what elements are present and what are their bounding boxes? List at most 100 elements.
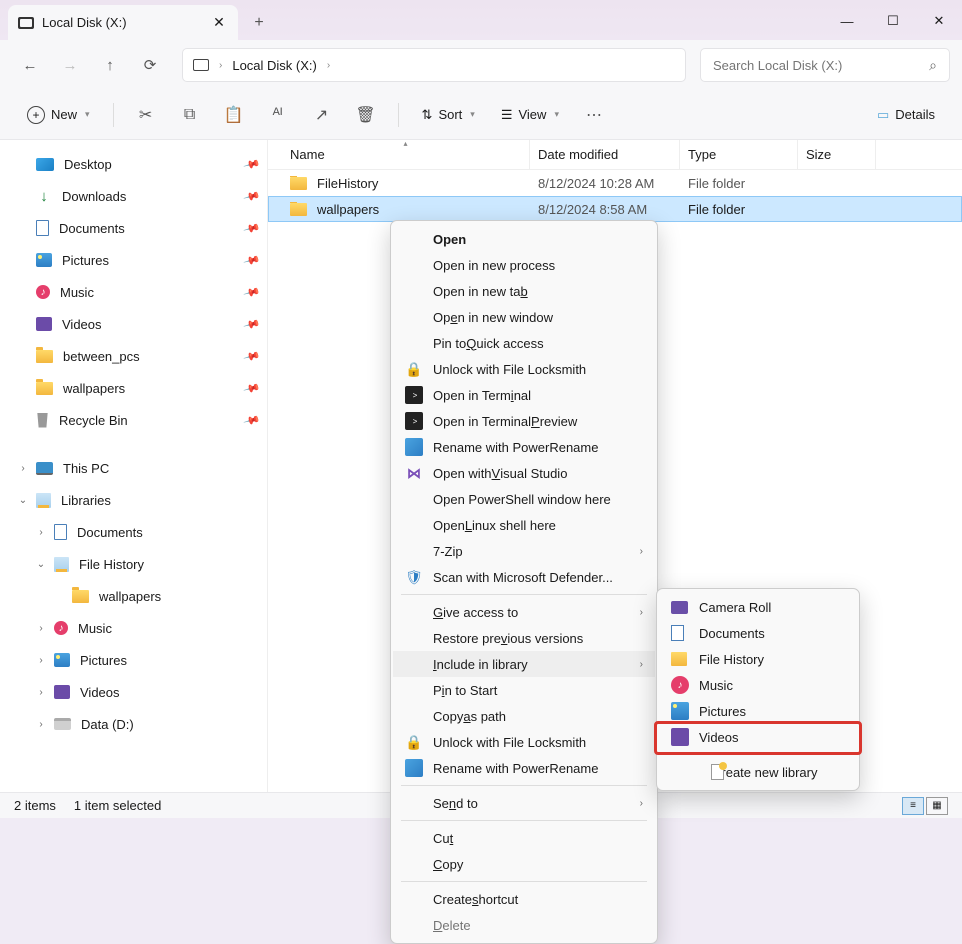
navigation-pane[interactable]: Desktop📌 ↓Downloads📌 Documents📌 Pictures… (0, 140, 268, 798)
search-box[interactable]: ⌕ (700, 48, 950, 82)
search-input[interactable] (713, 58, 929, 73)
search-icon[interactable]: ⌕ (929, 57, 937, 74)
sidebar-item-desktop[interactable]: Desktop📌 (6, 148, 267, 180)
up-button[interactable]: ↑ (92, 47, 128, 83)
sidebar-item-pictures[interactable]: Pictures📌 (6, 244, 267, 276)
sidebar-item-libraries[interactable]: ⌄Libraries (6, 484, 267, 516)
paste-button[interactable]: 📋 (216, 98, 252, 132)
sidebar-lib-pictures[interactable]: ›Pictures (6, 644, 267, 676)
delete-button[interactable]: 🗑 (348, 98, 384, 132)
menu-open[interactable]: Open (393, 226, 655, 252)
file-row-selected[interactable]: wallpapers 8/12/2024 8:58 AM File folder (268, 196, 962, 222)
new-tab-button[interactable]: + (244, 8, 274, 38)
more-button[interactable]: ⋯ (576, 98, 612, 132)
menu-delete[interactable]: Delete (393, 912, 655, 938)
menu-open-vs[interactable]: ⋈Open with Visual Studio (393, 460, 655, 486)
expand-icon[interactable]: › (34, 655, 48, 666)
minimize-button[interactable]: — (824, 5, 870, 37)
collapse-icon[interactable]: ⌄ (16, 495, 30, 506)
sidebar-lib-data[interactable]: ›Data (D:) (6, 708, 267, 740)
cut-button[interactable]: ✂ (128, 98, 164, 132)
menu-open-process[interactable]: Open in new process (393, 252, 655, 278)
collapse-icon[interactable]: ⌄ (34, 559, 48, 570)
expand-icon[interactable]: › (34, 687, 48, 698)
column-name[interactable]: ▴Name (282, 140, 530, 169)
music-icon: ♪ (36, 285, 50, 299)
tab-close-button[interactable]: ✕ (210, 14, 228, 32)
maximize-button[interactable]: ☐ (870, 5, 916, 37)
sort-button[interactable]: ⇅ Sort ▾ (413, 98, 484, 132)
library-icon (54, 557, 69, 572)
sidebar-lib-filehistory[interactable]: ⌄File History (6, 548, 267, 580)
menu-copy-path[interactable]: Copy as path (393, 703, 655, 729)
menu-copy[interactable]: Copy (393, 851, 655, 877)
breadcrumb-location[interactable]: Local Disk (X:) (232, 58, 317, 73)
expand-icon[interactable]: › (16, 463, 30, 474)
menu-scan-defender[interactable]: 🛡Scan with Microsoft Defender... (393, 564, 655, 590)
submenu-pictures[interactable]: Pictures (659, 698, 857, 724)
menu-unlock-locksmith[interactable]: 🔒Unlock with File Locksmith (393, 729, 655, 755)
pc-icon (36, 462, 53, 475)
submenu-music[interactable]: ♪Music (659, 672, 857, 698)
menu-rename-powerrename[interactable]: Rename with PowerRename (393, 434, 655, 460)
refresh-button[interactable]: ⟳ (132, 47, 168, 83)
sidebar-item-documents[interactable]: Documents📌 (6, 212, 267, 244)
file-row[interactable]: FileHistory 8/12/2024 10:28 AM File fold… (268, 170, 962, 196)
column-type[interactable]: Type (680, 140, 798, 169)
sidebar-item-videos[interactable]: Videos📌 (6, 308, 267, 340)
details-pane-button[interactable]: ▭ Details (868, 98, 944, 132)
breadcrumb-bar[interactable]: › Local Disk (X:) › (182, 48, 686, 82)
menu-open-linux[interactable]: Open Linux shell here (393, 512, 655, 538)
view-thumbnails-button[interactable]: ▦ (926, 797, 948, 815)
menu-give-access[interactable]: Give access to› (393, 599, 655, 625)
sidebar-lib-child[interactable]: wallpapers (6, 580, 267, 612)
menu-pin-start[interactable]: Pin to Start (393, 677, 655, 703)
menu-open-window[interactable]: Open in new window (393, 304, 655, 330)
menu-pin-quick[interactable]: Pin to Quick access (393, 330, 655, 356)
sidebar-item-music[interactable]: ♪Music📌 (6, 276, 267, 308)
submenu-videos[interactable]: Videos (659, 724, 857, 750)
context-menu[interactable]: Open Open in new process Open in new tab… (390, 220, 658, 944)
back-button[interactable]: ← (12, 47, 48, 83)
submenu-create-new-library[interactable]: Create new library (659, 759, 857, 785)
sidebar-item-thispc[interactable]: ›This PC (6, 452, 267, 484)
menu-send-to[interactable]: Send to› (393, 790, 655, 816)
sidebar-item-recyclebin[interactable]: Recycle Bin📌 (6, 404, 267, 436)
sidebar-item-downloads[interactable]: ↓Downloads📌 (6, 180, 267, 212)
sidebar-lib-videos[interactable]: ›Videos (6, 676, 267, 708)
column-size[interactable]: Size (798, 140, 876, 169)
expand-icon[interactable]: › (34, 527, 48, 538)
menu-cut[interactable]: Cut (393, 825, 655, 851)
menu-unlock-locksmith[interactable]: 🔒Unlock with File Locksmith (393, 356, 655, 382)
active-tab[interactable]: Local Disk (X:) ✕ (8, 5, 238, 40)
menu-restore-versions[interactable]: Restore previous versions (393, 625, 655, 651)
submenu-camera-roll[interactable]: Camera Roll (659, 594, 857, 620)
menu-open-tab[interactable]: Open in new tab (393, 278, 655, 304)
rename-button[interactable]: ᴬᴵ (260, 98, 296, 132)
submenu-file-history[interactable]: File History (659, 646, 857, 672)
toolbar: + New ▾ ✂ ⧉ 📋 ᴬᴵ ↗ 🗑 ⇅ Sort ▾ ☰ View ▾ ⋯… (0, 90, 962, 140)
menu-open-terminal-preview[interactable]: >Open in Terminal Preview (393, 408, 655, 434)
view-button[interactable]: ☰ View ▾ (492, 98, 568, 132)
sidebar-item-folder[interactable]: between_pcs📌 (6, 340, 267, 372)
menu-rename-powerrename[interactable]: Rename with PowerRename (393, 755, 655, 781)
submenu-documents[interactable]: Documents (659, 620, 857, 646)
expand-icon[interactable]: › (34, 623, 48, 634)
sidebar-lib-documents[interactable]: ›Documents (6, 516, 267, 548)
menu-include-library[interactable]: Include in library› (393, 651, 655, 677)
menu-open-powershell[interactable]: Open PowerShell window here (393, 486, 655, 512)
view-details-button[interactable]: ≡ (902, 797, 924, 815)
menu-7zip[interactable]: 7-Zip› (393, 538, 655, 564)
menu-open-terminal[interactable]: >Open in Terminal (393, 382, 655, 408)
sidebar-item-folder[interactable]: wallpapers📌 (6, 372, 267, 404)
expand-icon[interactable]: › (34, 719, 48, 730)
submenu-include-library[interactable]: Camera Roll Documents File History ♪Musi… (656, 588, 860, 791)
sidebar-lib-music[interactable]: ›♪Music (6, 612, 267, 644)
forward-button[interactable]: → (52, 47, 88, 83)
new-button[interactable]: + New ▾ (18, 98, 99, 132)
close-button[interactable]: ✕ (916, 5, 962, 37)
menu-create-shortcut[interactable]: Create shortcut (393, 886, 655, 912)
copy-button[interactable]: ⧉ (172, 98, 208, 132)
share-button[interactable]: ↗ (304, 98, 340, 132)
column-date[interactable]: Date modified (530, 140, 680, 169)
